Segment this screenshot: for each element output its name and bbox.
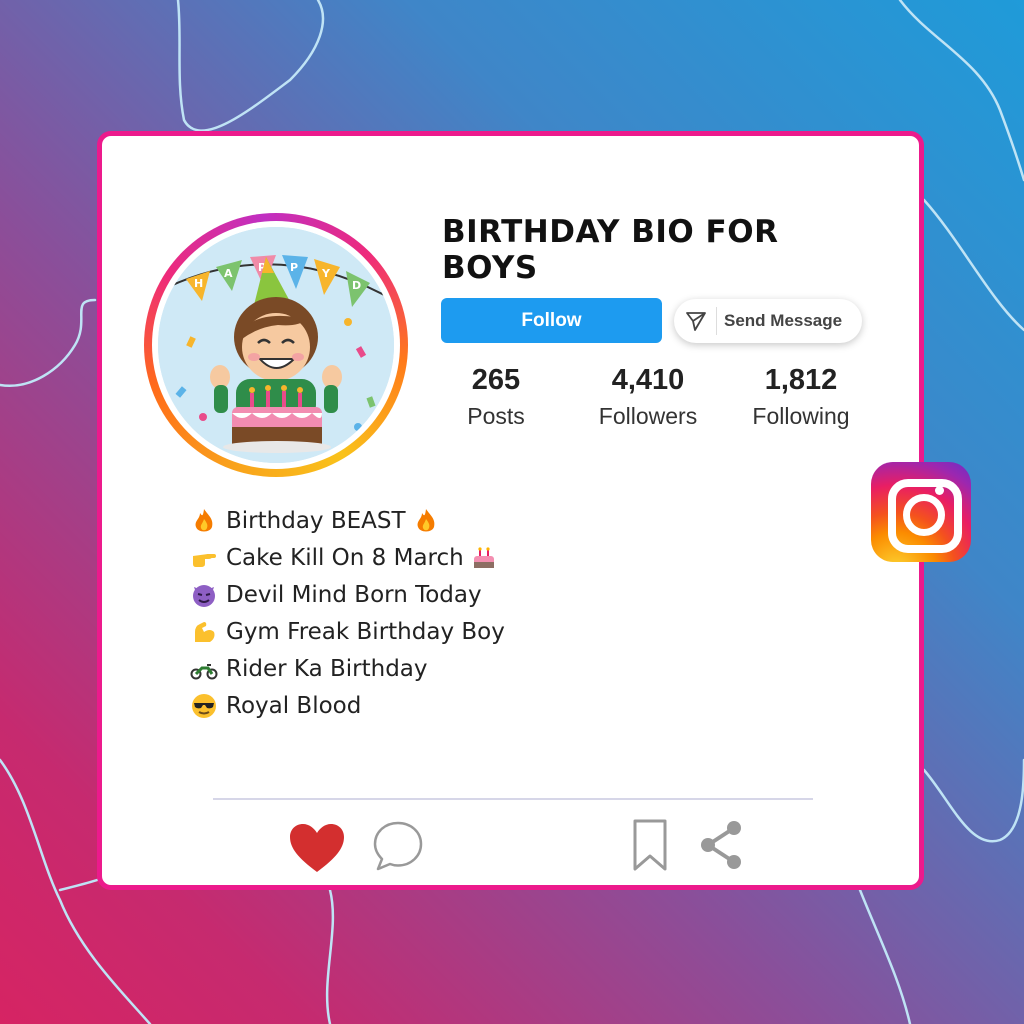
bio-section: Birthday BEAST Cake Kill On 8 March Devi… (190, 502, 690, 724)
bookmark-icon[interactable] (632, 818, 668, 872)
cake-icon (473, 546, 494, 568)
pointing-hand-icon (193, 553, 216, 567)
bio-text: Cake Kill On 8 March (226, 544, 464, 571)
banner-letter: D (352, 279, 361, 292)
bio-text: Gym Freak Birthday Boy (226, 618, 505, 645)
bio-line: Cake Kill On 8 March (190, 539, 690, 576)
comment-icon[interactable] (372, 820, 424, 872)
banner-letter: P (290, 261, 298, 274)
stat-following[interactable]: 1,812 Following (731, 364, 871, 430)
flexed-arm-icon (195, 621, 215, 642)
send-icon (686, 312, 706, 331)
banner-letter: H (194, 277, 203, 290)
fire-icon (417, 508, 434, 531)
posts-count: 265 (471, 364, 521, 396)
devil-icon (193, 584, 215, 607)
follow-button[interactable]: Follow (441, 298, 662, 343)
instagram-logo-icon (871, 462, 971, 562)
bio-line: Devil Mind Born Today (190, 576, 690, 613)
fire-icon (195, 508, 213, 531)
sunglasses-face-icon (192, 693, 216, 718)
bio-line: Royal Blood (190, 687, 690, 724)
bio-line: Birthday BEAST (190, 502, 690, 539)
bio-line: Gym Freak Birthday Boy (190, 613, 690, 650)
posts-label: Posts (467, 403, 525, 429)
banner-letter: A (224, 267, 233, 280)
followers-label: Followers (598, 403, 698, 429)
bio-text: Rider Ka Birthday (226, 655, 428, 682)
stat-posts[interactable]: 265 Posts (426, 364, 566, 430)
button-separator (716, 307, 717, 335)
bio-line: Rider Ka Birthday (190, 650, 690, 687)
share-icon[interactable] (696, 818, 746, 872)
stat-followers[interactable]: 4,410 Followers (578, 364, 718, 430)
send-message-button[interactable]: Send Message (674, 299, 862, 343)
bio-text: Royal Blood (226, 692, 362, 719)
profile-avatar[interactable]: H A P P Y D (144, 213, 408, 477)
followers-count: 4,410 (611, 364, 685, 396)
banner-letter: Y (321, 267, 331, 280)
profile-card: H A P P Y D BIRTHDAY BIO FOR BOYS Follow… (97, 131, 924, 890)
following-label: Following (752, 403, 850, 429)
divider (213, 798, 813, 800)
bio-text: Birthday BEAST (226, 507, 406, 534)
motorcycle-icon (190, 663, 218, 679)
following-count: 1,812 (764, 364, 838, 396)
send-message-label: Send Message (724, 311, 843, 330)
heart-icon[interactable] (288, 822, 346, 874)
profile-title: BIRTHDAY BIO FOR BOYS (442, 214, 779, 286)
bio-text: Devil Mind Born Today (226, 581, 482, 608)
birthday-boy-illustration: H A P P Y D (158, 227, 394, 463)
